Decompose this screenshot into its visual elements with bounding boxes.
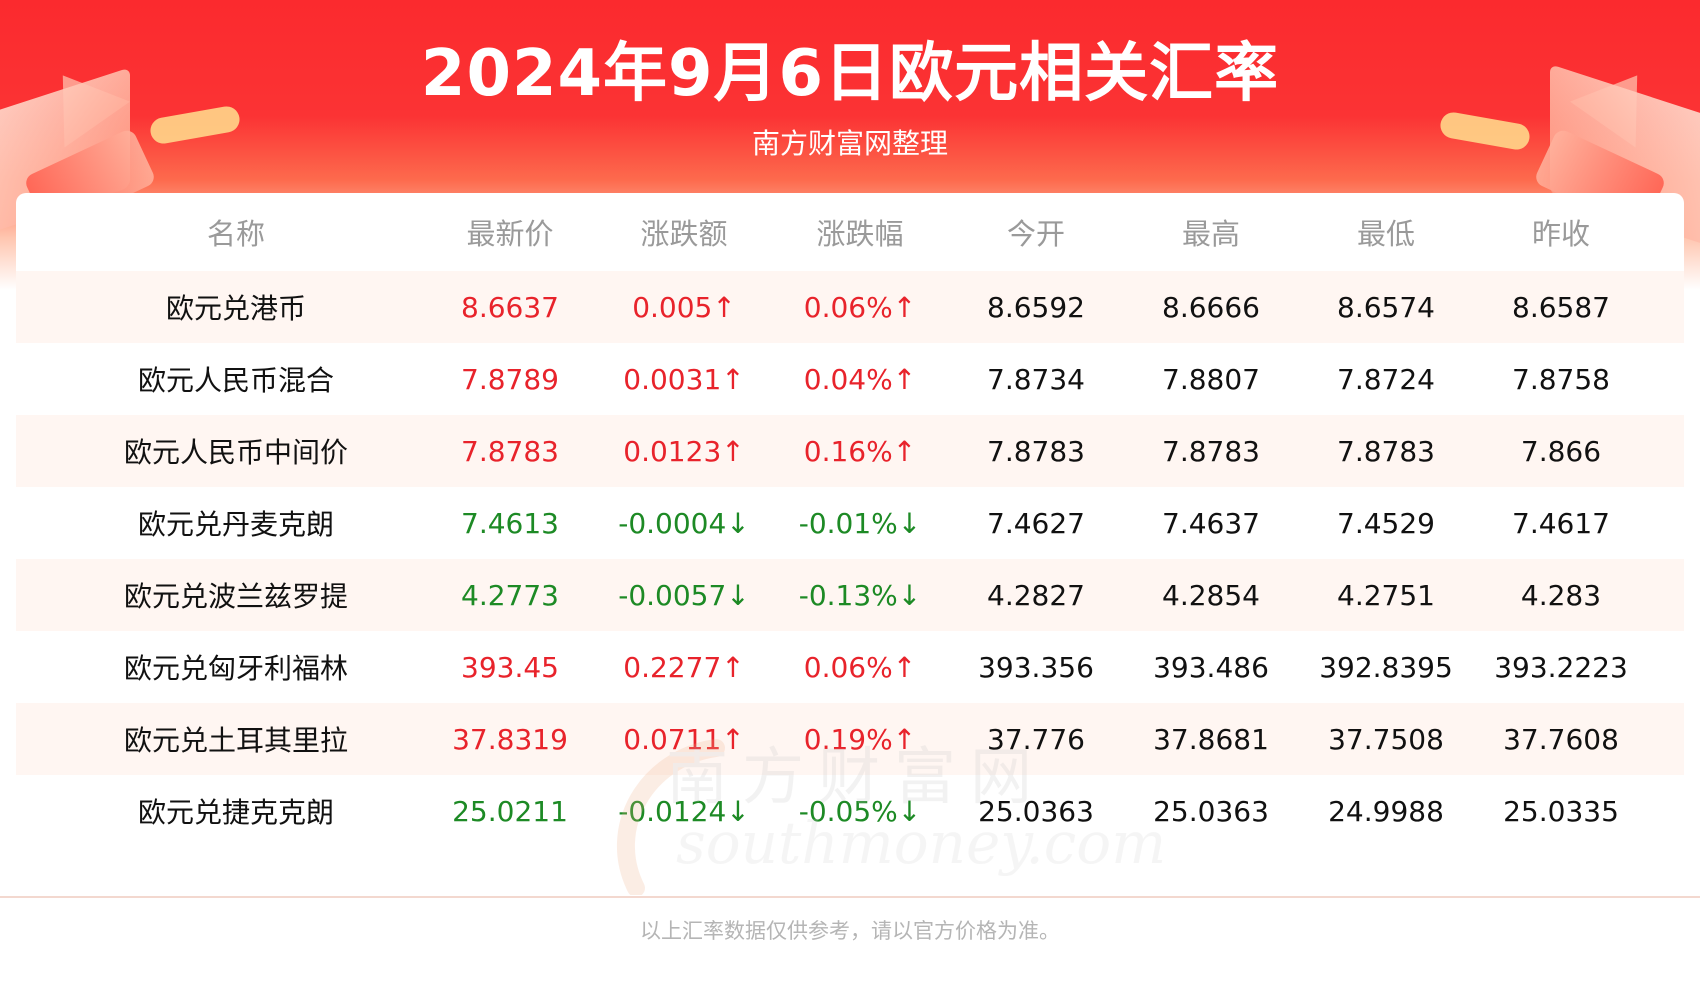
page-title: 2024年9月6日欧元相关汇率	[420, 37, 1280, 111]
row-prev-close: 8.6587	[1512, 290, 1610, 324]
column-header-prev: 昨收	[1531, 217, 1590, 251]
row-prev-close: 25.0335	[1503, 794, 1619, 828]
table-header-row: 名称 最新价 涨跌额 涨跌幅 今开 最高 最低 昨收	[16, 193, 1684, 271]
rates-table: 名称 最新价 涨跌额 涨跌幅 今开 最高 最低 昨收 欧元兑港币 8.6637 0.…	[16, 193, 1684, 895]
table-row: 欧元兑波兰兹罗提 4.2773 -0.0057↓ -0.13%↓ 4.2827 4.285…	[16, 559, 1684, 631]
row-prev-close: 37.7608	[1503, 722, 1619, 756]
table-row: 欧元人民币混合 7.8789 0.0031↑ 0.04%↑ 7.8734 7.8807 7.…	[16, 343, 1684, 415]
row-prev-close: 393.2223	[1494, 650, 1628, 684]
table-row: 欧元兑捷克克朗 25.0211 -0.0124↓ -0.05%↓ 25.0363 25.0…	[16, 775, 1684, 847]
page-subtitle: 南方财富网整理	[751, 127, 948, 160]
table-row: 欧元兑丹麦克朗 7.4613 -0.0004↓ -0.01%↓ 7.4627 7.4637…	[16, 487, 1684, 559]
divider	[0, 896, 1700, 898]
table-row: 欧元兑匈牙利福林 393.45 0.2277↑ 0.06%↑ 393.356 393.48…	[16, 631, 1684, 703]
row-prev-close: 4.283	[1520, 578, 1602, 612]
table-row: 欧元兑港币 8.6637 0.005↑ 0.06%↑ 8.6592 8.6666 8.657…	[16, 271, 1684, 343]
row-prev-close: 7.4617	[1512, 506, 1610, 540]
table-row: 欧元兑土耳其里拉 37.8319 0.0711↑ 0.19%↑ 37.776 37.868…	[16, 703, 1684, 775]
table-row: 欧元人民币中间价 7.8783 0.0123↑ 0.16%↑ 7.8783 7.8783 7…	[16, 415, 1684, 487]
row-prev-close: 7.866	[1520, 434, 1602, 468]
row-prev-close: 7.8758	[1512, 362, 1610, 396]
footer-disclaimer: 以上汇率数据仅供参考，请以官方价格为准。	[640, 919, 1060, 943]
